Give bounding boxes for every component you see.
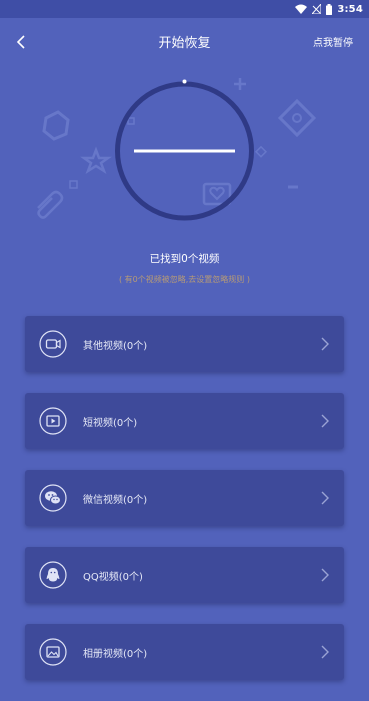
- category-short-videos[interactable]: 短视频(0个): [25, 393, 344, 449]
- chevron-right-icon: [321, 337, 329, 351]
- category-label: 相册视频(0个): [83, 649, 148, 660]
- category-label: 短视频(0个): [83, 418, 138, 429]
- chevron-right-icon: [321, 414, 329, 428]
- ignore-hint-link[interactable]: ( 有0个视频被忽略,去设置忽略规则 ): [0, 274, 369, 285]
- album-icon: [39, 638, 67, 666]
- found-count-text: 已找到0个视频: [149, 253, 220, 265]
- pause-button[interactable]: 点我暂停: [313, 34, 353, 49]
- category-album-videos[interactable]: 相册视频(0个): [25, 624, 344, 680]
- category-label: 其他视频(0个): [83, 341, 148, 352]
- play-icon: [39, 407, 67, 435]
- signal-icon: [312, 4, 322, 14]
- category-label: QQ视频(0个): [83, 572, 143, 583]
- category-other-videos[interactable]: 其他视频(0个): [25, 316, 344, 372]
- category-wechat-videos[interactable]: 微信视频(0个): [25, 470, 344, 526]
- header: 开始恢复 点我暂停: [0, 18, 369, 66]
- chevron-right-icon: [321, 568, 329, 582]
- category-qq-videos[interactable]: QQ视频(0个): [25, 547, 344, 603]
- battery-icon: [326, 3, 333, 15]
- status-icons: 3:54: [295, 2, 363, 16]
- status-bar: 3:54: [0, 0, 369, 18]
- category-label: 微信视频(0个): [83, 495, 148, 506]
- scan-area: [0, 66, 369, 246]
- qq-icon: [39, 561, 67, 589]
- scan-progress-ring: [115, 79, 254, 221]
- wechat-icon: [39, 484, 67, 512]
- chevron-right-icon: [321, 645, 329, 659]
- chevron-right-icon: [321, 491, 329, 505]
- wifi-icon: [295, 4, 308, 14]
- status-time: 3:54: [337, 3, 363, 15]
- progress-dot: [182, 79, 187, 84]
- category-list: 其他视频(0个) 短视频(0个) 微信视频(0个) QQ视频(0个) 相册视频(…: [25, 316, 344, 701]
- camera-icon: [39, 330, 67, 358]
